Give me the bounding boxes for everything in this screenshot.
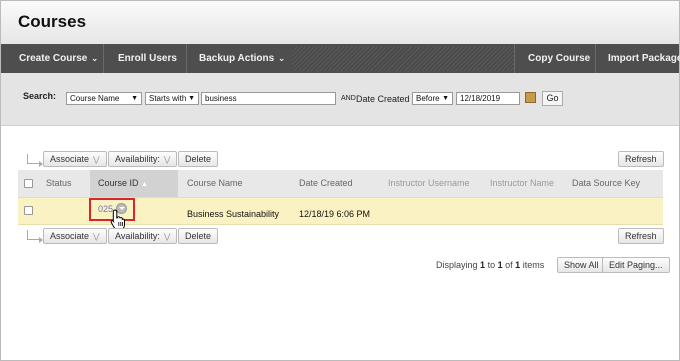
dropdown-arrow-icon: ▼	[442, 95, 449, 102]
search-field-value: Course Name	[70, 94, 120, 103]
import-package-button[interactable]: Import Package	[608, 44, 680, 73]
associate-label: Associate	[50, 154, 90, 164]
associate-button-bottom[interactable]: Associate ⋁	[43, 228, 107, 244]
enroll-users-button[interactable]: Enroll Users	[118, 44, 177, 73]
select-all-checkbox[interactable]	[24, 179, 33, 188]
paging-to: 1	[497, 260, 503, 270]
nav-divider	[595, 44, 596, 73]
and-label: AND	[341, 95, 356, 102]
course-name-cell: Business Sustainability	[187, 209, 280, 219]
column-date-created[interactable]: Date Created	[299, 170, 353, 197]
column-instructor-name[interactable]: Instructor Name	[490, 170, 554, 197]
selection-arrow-icon	[27, 230, 43, 243]
date-input[interactable]: 12/18/2019	[456, 92, 520, 105]
dropdown-arrow-icon: ▼	[131, 95, 138, 102]
title-bar: Courses	[1, 1, 679, 44]
create-course-label: Create Course	[19, 53, 88, 64]
delete-button-bottom[interactable]: Delete	[178, 228, 219, 244]
associate-button[interactable]: Associate ⋁	[43, 151, 107, 167]
date-created-label: Date Created	[356, 94, 410, 104]
paging-from: 1	[480, 260, 486, 270]
paging-to-word: to	[487, 260, 496, 270]
search-label: Search:	[23, 91, 57, 101]
refresh-button[interactable]: Refresh	[618, 151, 664, 167]
nav-divider	[103, 44, 104, 73]
search-operator-select[interactable]: Starts with ▼	[145, 92, 199, 105]
refresh-button-bottom[interactable]: Refresh	[618, 228, 664, 244]
backup-actions-label: Backup Actions	[199, 53, 275, 64]
create-course-menu[interactable]: Create Course ⌄	[19, 44, 98, 73]
date-operator-select[interactable]: Before ▼	[412, 92, 453, 105]
associate-label: Associate	[50, 231, 90, 241]
nav-divider	[186, 44, 187, 73]
edit-paging-button[interactable]: Edit Paging...	[602, 257, 670, 273]
page-title: Courses	[18, 12, 87, 31]
date-operator-value: Before	[416, 94, 440, 103]
backup-actions-menu[interactable]: Backup Actions ⌄	[199, 44, 285, 73]
search-operator-value: Starts with	[149, 94, 187, 103]
nav-spacer	[292, 47, 514, 71]
paging-summary: Displaying 1 to 1 of 1 items	[436, 260, 544, 270]
delete-button[interactable]: Delete	[178, 151, 219, 167]
column-course-id-label: Course ID	[98, 178, 139, 188]
chevron-down-icon: ⌄	[278, 54, 285, 63]
paging-of-word: of	[505, 260, 513, 270]
column-course-name[interactable]: Course Name	[187, 170, 243, 197]
search-input[interactable]: business	[201, 92, 336, 105]
date-created-cell: 12/18/19 6:06 PM	[299, 209, 371, 219]
chevron-down-icon: ⋁	[163, 155, 171, 164]
availability-label: Availability:	[115, 231, 160, 241]
sort-ascending-icon: ▲	[141, 181, 148, 188]
page-frame: Courses Create Course ⌄ Enroll Users Back…	[0, 0, 680, 361]
dropdown-arrow-icon: ▼	[188, 95, 195, 102]
chevron-down-icon: ⋁	[93, 155, 100, 164]
paging-prefix: Displaying	[436, 260, 478, 270]
availability-button-bottom[interactable]: Availability: ⋁	[108, 228, 178, 244]
action-bar: Create Course ⌄ Enroll Users Backup Actio…	[1, 44, 680, 73]
availability-button[interactable]: Availability: ⋁	[108, 151, 178, 167]
availability-label: Availability:	[115, 154, 160, 164]
chevron-down-icon: ⋁	[93, 232, 100, 241]
column-data-source-key[interactable]: Data Source Key	[572, 170, 640, 197]
calendar-icon[interactable]	[525, 92, 536, 103]
copy-course-button[interactable]: Copy Course	[528, 44, 590, 73]
chevron-down-icon: ⌄	[91, 54, 99, 63]
column-course-id[interactable]: Course ID ▲	[98, 170, 148, 197]
column-instructor-username[interactable]: Instructor Username	[388, 170, 470, 197]
show-all-button[interactable]: Show All	[557, 257, 606, 273]
search-field-select[interactable]: Course Name ▼	[66, 92, 142, 105]
chevron-down-icon: ⋁	[163, 232, 171, 241]
paging-suffix: items	[522, 260, 545, 270]
nav-divider	[514, 44, 515, 73]
row-checkbox[interactable]	[24, 206, 33, 215]
paging-total: 1	[515, 260, 521, 270]
selection-arrow-icon	[27, 154, 43, 167]
column-status[interactable]: Status	[46, 170, 72, 197]
go-button[interactable]: Go	[542, 91, 563, 106]
